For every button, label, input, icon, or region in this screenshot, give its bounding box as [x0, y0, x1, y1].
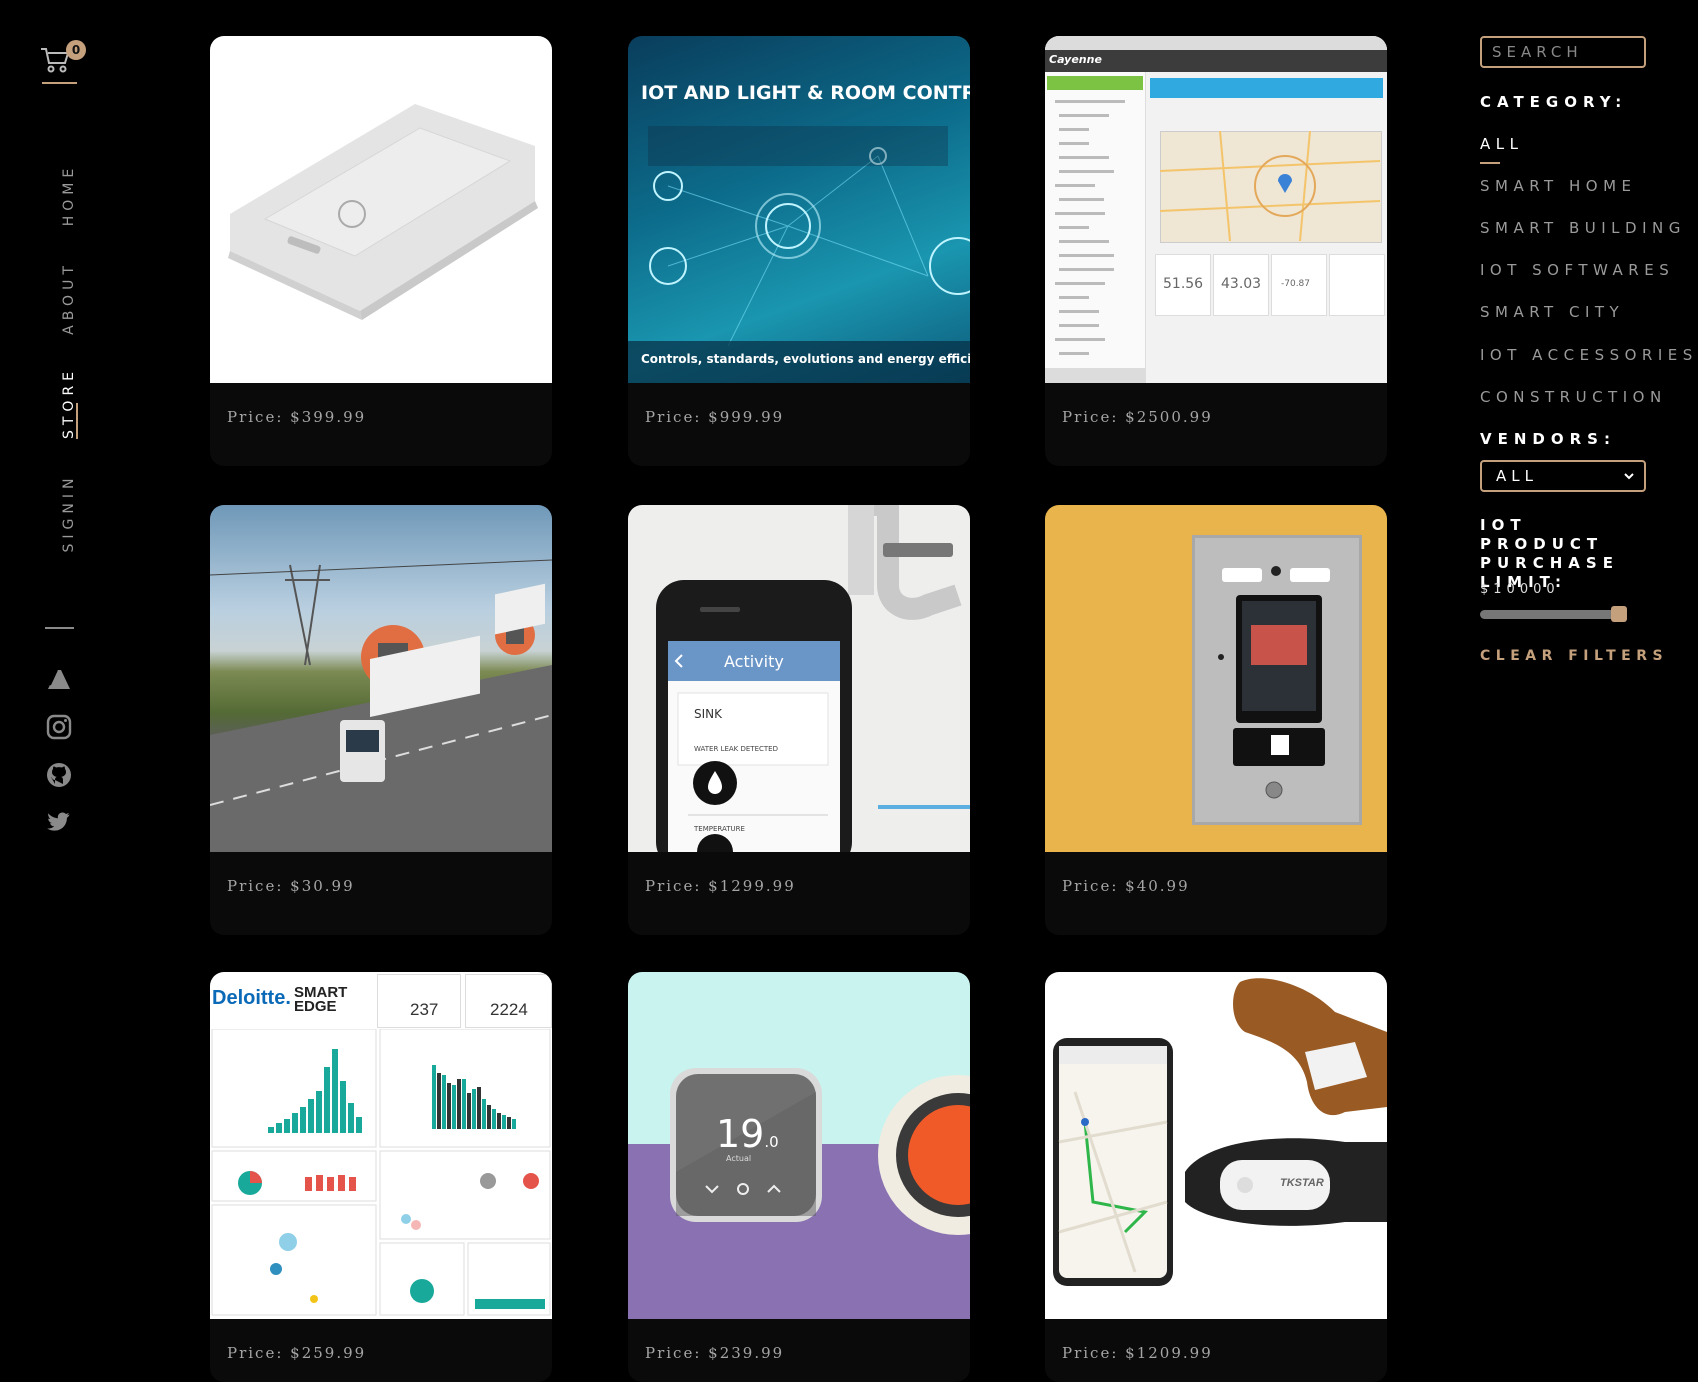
product-price: Price: $999.99 — [645, 408, 785, 426]
purchase-limit-slider[interactable] — [1480, 610, 1625, 619]
product-image: 19.0 Actual — [628, 972, 970, 1319]
deloitte-stat: 237 — [410, 1000, 439, 1019]
category-smart-home[interactable]: SMART HOME — [1480, 177, 1637, 195]
category-iot-softwares[interactable]: IOT SOFTWARES — [1480, 261, 1674, 279]
thermostat-temp: 19.0 — [716, 1112, 779, 1156]
product-price: Price: $1209.99 — [1062, 1344, 1213, 1362]
category-active-indicator — [1480, 162, 1500, 164]
phone-temp-label: TEMPERATURE — [694, 825, 745, 833]
tracker-brand: TKSTAR — [1280, 1177, 1324, 1189]
sidebar-divider — [45, 627, 74, 629]
product-image — [210, 36, 552, 383]
nav-home-label: HOME — [61, 163, 77, 227]
cart-count-badge: 0 — [66, 40, 86, 60]
thermostat-label: Actual — [726, 1154, 752, 1163]
product-price: Price: $2500.99 — [1062, 408, 1213, 426]
category-heading: CATEGORY: — [1480, 93, 1628, 111]
vendor-select[interactable]: ALL — [1480, 460, 1646, 492]
twitter-icon[interactable] — [46, 810, 72, 836]
vendor-selected-value: ALL — [1496, 467, 1538, 485]
product-card[interactable]: Price: $30.99 — [210, 505, 552, 935]
product-card[interactable]: TKSTAR Price: $1209.99 — [1045, 972, 1387, 1382]
product-card[interactable]: Activity SINK WATER LEAK DETECTED TEMPER… — [628, 505, 970, 935]
chevron-down-icon — [1624, 473, 1634, 480]
product-image: Cayenne 51.56 43.03 -70.87 — [1045, 36, 1387, 383]
product-card[interactable]: Price: $399.99 — [210, 36, 552, 466]
vendors-heading: VENDORS: — [1480, 430, 1616, 448]
product-card[interactable]: Price: $40.99 — [1045, 505, 1387, 935]
nav-home[interactable]: HOME — [59, 150, 79, 240]
github-icon[interactable] — [46, 762, 72, 788]
deloitte-stat: 2224 — [490, 1000, 528, 1019]
product-card[interactable]: Deloitte. SMART EDGE 237 2224 Price: $25… — [210, 972, 552, 1382]
phone-screen-title: Activity — [724, 652, 784, 671]
dashboard-value: -70.87 — [1281, 279, 1311, 289]
product-image: Activity SINK WATER LEAK DETECTED TEMPER… — [628, 505, 970, 852]
nav-about-label: ABOUT — [61, 261, 77, 335]
instagram-icon[interactable] — [46, 714, 72, 740]
product-price: Price: $259.99 — [227, 1344, 367, 1362]
category-smart-city[interactable]: SMART CITY — [1480, 303, 1624, 321]
nav-signin[interactable]: SIGNIN — [59, 468, 79, 558]
category-iot-accessories[interactable]: IOT ACCESSORIES — [1480, 346, 1698, 364]
product-image — [210, 505, 552, 852]
cart-underline — [42, 82, 77, 84]
filter-panel: CATEGORY: ALL SMART HOME SMART BUILDING … — [1480, 0, 1698, 1382]
dashboard-value: 43.03 — [1221, 276, 1262, 292]
banner-title: IOT AND LIGHT & ROOM CONTRO — [641, 82, 970, 104]
phone-alert-label: WATER LEAK DETECTED — [694, 745, 778, 753]
product-price: Price: $399.99 — [227, 408, 367, 426]
nav-about[interactable]: ABOUT — [59, 253, 79, 343]
product-image: TKSTAR — [1045, 972, 1387, 1319]
nav-signin-label: SIGNIN — [61, 473, 77, 553]
product-price: Price: $1299.99 — [645, 877, 796, 895]
cart-button[interactable]: 0 — [40, 40, 90, 84]
product-price: Price: $239.99 — [645, 1344, 785, 1362]
category-all[interactable]: ALL — [1480, 135, 1523, 153]
phone-sink-label: SINK — [694, 707, 723, 721]
clear-filters-button[interactable]: CLEAR FILTERS — [1480, 648, 1668, 664]
product-price: Price: $30.99 — [227, 877, 355, 895]
brand-logo-icon[interactable] — [46, 666, 72, 692]
product-card[interactable]: Cayenne 51.56 43.03 -70.87 Price: $2500.… — [1045, 36, 1387, 466]
smartedge-brand: SMART EDGE — [294, 984, 348, 1015]
banner-caption: Controls, standards, evolutions and ener… — [641, 352, 970, 366]
product-image: IOT AND LIGHT & ROOM CONTRO Controls, st… — [628, 36, 970, 383]
dashboard-brand: Cayenne — [1049, 53, 1102, 66]
purchase-limit-heading: IOT PRODUCT PURCHASE LIMIT: — [1480, 516, 1619, 591]
category-smart-building[interactable]: SMART BUILDING — [1480, 219, 1686, 237]
nav-active-indicator — [76, 403, 78, 439]
thermostat-temp-decimal: .0 — [764, 1133, 779, 1151]
left-sidebar: 0 HOME ABOUT STORE SIGNIN — [0, 0, 120, 1382]
product-price: Price: $40.99 — [1062, 877, 1190, 895]
product-card[interactable]: 19.0 Actual Price: $239.99 — [628, 972, 970, 1382]
product-card[interactable]: IOT AND LIGHT & ROOM CONTRO Controls, st… — [628, 36, 970, 466]
slider-handle[interactable] — [1611, 606, 1627, 622]
nav-store-label: STORE — [61, 366, 77, 440]
dashboard-value: 51.56 — [1163, 276, 1204, 292]
thermostat-temp-value: 19 — [716, 1112, 765, 1156]
search-input[interactable] — [1480, 36, 1646, 68]
deloitte-brand: Deloitte. — [212, 987, 291, 1009]
category-construction[interactable]: CONSTRUCTION — [1480, 388, 1667, 406]
purchase-limit-value: $10000 — [1480, 582, 1560, 597]
product-image — [1045, 505, 1387, 852]
product-image: Deloitte. SMART EDGE 237 2224 — [210, 972, 552, 1319]
